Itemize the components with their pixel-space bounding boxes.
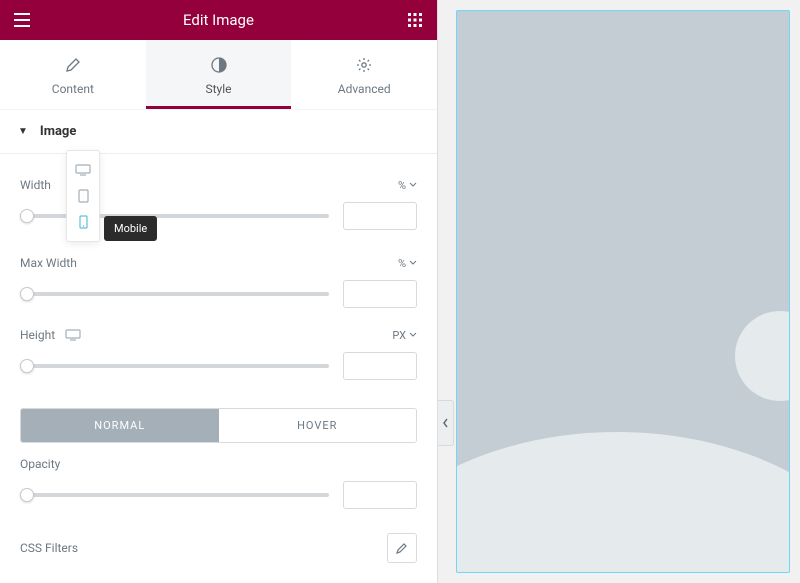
height-slider[interactable] [20, 356, 329, 376]
pencil-icon [395, 541, 409, 555]
toggle-normal[interactable]: NORMAL [21, 409, 219, 442]
chevron-left-icon [442, 418, 449, 428]
tab-label: Style [146, 82, 292, 96]
cssfilters-edit-button[interactable] [387, 533, 417, 563]
opacity-label: Opacity [20, 457, 60, 471]
tooltip-mobile: Mobile [104, 216, 157, 241]
device-tablet-option[interactable] [67, 183, 99, 209]
contrast-icon [146, 54, 292, 76]
height-row: Height PX [20, 328, 417, 342]
responsive-device-popover [66, 150, 100, 242]
tab-style[interactable]: Style [146, 40, 292, 109]
width-label: Width [20, 178, 51, 192]
preview-canvas [438, 0, 800, 583]
chevron-down-icon [409, 181, 417, 189]
section-toggle-image[interactable]: ▼ Image [0, 110, 437, 154]
height-input[interactable] [343, 352, 417, 380]
height-label: Height [20, 328, 55, 342]
device-mobile-option[interactable] [67, 209, 99, 235]
chevron-down-icon [409, 259, 417, 267]
tab-label: Advanced [291, 82, 437, 96]
height-unit-select[interactable]: PX [392, 329, 417, 342]
tab-advanced[interactable]: Advanced [291, 40, 437, 109]
width-unit-select[interactable]: % [398, 179, 417, 192]
tab-content[interactable]: Content [0, 40, 146, 109]
hamburger-icon[interactable] [12, 10, 32, 30]
placeholder-hill-shape [456, 432, 790, 573]
maxwidth-slider[interactable] [20, 284, 329, 304]
tab-label: Content [0, 82, 146, 96]
placeholder-sun-shape [735, 311, 790, 401]
tabs: Content Style Advanced [0, 40, 437, 110]
maxwidth-label: Max Width [20, 256, 77, 270]
cssfilters-row: CSS Filters [20, 533, 417, 563]
apps-grid-icon[interactable] [405, 10, 425, 30]
maxwidth-row: Max Width % [20, 256, 417, 270]
width-input[interactable] [343, 202, 417, 230]
opacity-input[interactable] [343, 481, 417, 509]
opacity-slider[interactable] [20, 485, 329, 505]
toggle-hover[interactable]: HOVER [219, 409, 417, 442]
state-toggle: NORMAL HOVER [20, 408, 417, 443]
chevron-down-icon [409, 331, 417, 339]
style-controls: Width % Mobile Max [0, 154, 437, 577]
desktop-icon[interactable] [65, 329, 81, 341]
maxwidth-unit-select[interactable]: % [398, 257, 417, 270]
panel-title: Edit Image [32, 11, 405, 29]
section-title: Image [40, 124, 76, 139]
gear-icon [291, 54, 437, 76]
cssfilters-label: CSS Filters [20, 541, 78, 555]
opacity-row: Opacity [20, 457, 417, 471]
collapse-panel-button[interactable] [438, 400, 454, 446]
device-desktop-option[interactable] [67, 157, 99, 183]
pencil-icon [0, 54, 146, 76]
maxwidth-input[interactable] [343, 280, 417, 308]
image-placeholder[interactable] [456, 10, 790, 573]
panel-header: Edit Image [0, 0, 437, 40]
caret-down-icon: ▼ [18, 126, 28, 137]
